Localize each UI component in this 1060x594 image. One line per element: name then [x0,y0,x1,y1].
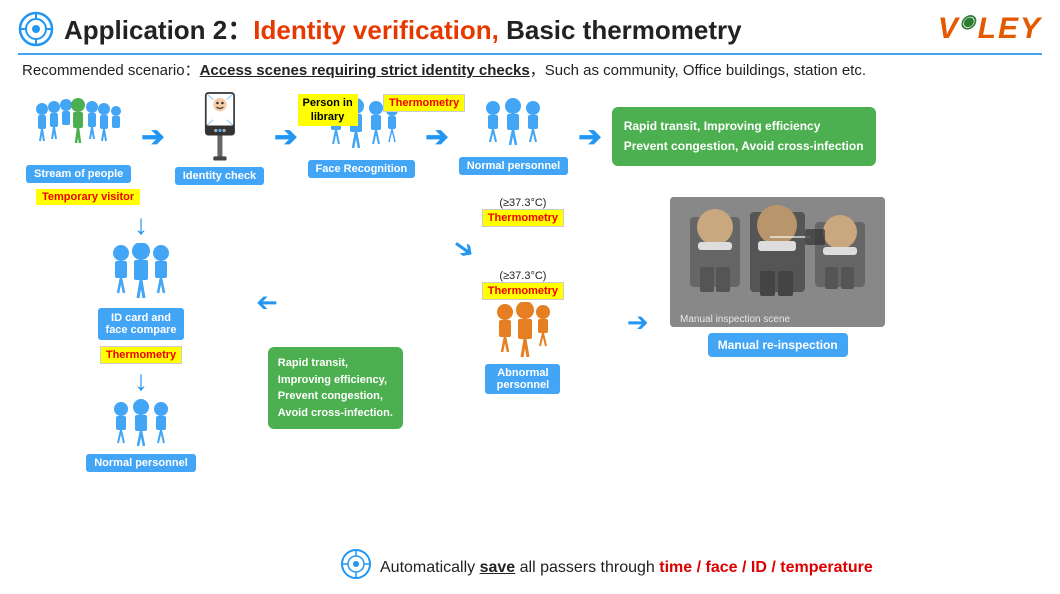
summary-text: Automatically save all passers through t… [380,559,873,577]
temp-visitor-label: Temporary visitor [36,189,140,205]
bottom-normal-people-icon [106,399,176,454]
identity-item: Identity check [175,88,264,185]
arrow4: ➔ [578,120,601,153]
stream-item: Stream of people [26,91,131,183]
bottom-normal-label: Normal personnel [86,454,196,472]
scenario-bold: Access scenes requiring strict identity … [200,62,530,79]
person-in-library-label: Person inlibrary [298,94,358,127]
summary-area: Automatically save all passers through t… [340,548,873,580]
logo-rest: LEY [978,12,1042,45]
stream-people-icon [34,91,124,161]
identity-label: Identity check [175,167,264,185]
header-title: Application 2：Identity verification, Bas… [64,10,742,47]
abnormal-people-icon [485,302,560,364]
logo: V◉LEY [938,11,1042,46]
face-recognition-label: Face Recognition [308,160,416,178]
summary-middle: all passers through [515,559,659,576]
arrow2: ➔ [274,120,297,153]
photo-svg: Manual inspection scene [670,197,885,327]
thermometry3-label: Thermometry [482,282,564,300]
summary-temperature: temperature [780,559,872,576]
person-in-library-badge: Person inlibrary [298,94,358,127]
header: Application 2：Identity verification, Bas… [18,10,1042,47]
arrow3: ➔ [425,120,448,153]
stream-label: Stream of people [26,165,131,183]
page: Application 2：Identity verification, Bas… [0,0,1060,594]
identity-label: Identity verification, [253,15,499,45]
normal-people-icon [478,98,548,153]
temp-visitor-badge: Temporary visitor [36,187,140,205]
geq-temp2: (≥37.3°C) [499,270,546,282]
bottom-green-box: Rapid transit,Improving efficiency,Preve… [268,347,403,429]
normal-label: Normal personnel [459,157,569,175]
header-left: Application 2：Identity verification, Bas… [18,10,742,47]
left-arrow-area: ➔ [256,187,278,238]
thermometry4-label: Thermometry [100,346,182,364]
abnormal-label: Abnormalpersonnel [485,364,560,394]
id-card-people-icon [101,243,181,308]
device-icon [192,88,247,163]
logo-v: V [938,12,960,45]
id-card-label: ID card andface compare [98,308,185,340]
manual-photo: Manual inspection scene [670,197,885,327]
manual-reinspect-label: Manual re-inspection [708,333,848,357]
down-arrow2: ↓ [134,365,148,397]
summary-save: save [480,559,516,576]
scenario-suffix: ，Such as community, Office buildings, st… [530,62,866,79]
face-recog-item: Person inlibrary Thermometry [308,96,416,178]
thermometry1-label: Thermometry [383,94,465,112]
summary-id: ID [751,559,767,576]
basic-label: Basic thermometry [499,15,742,45]
diagonal-arrow: ➔ [446,230,482,268]
summary-time: time [659,559,692,576]
thermometry2-label: Thermometry [482,209,564,227]
geq-temp1: (≥37.3°C) [499,197,546,209]
svg-text:Manual inspection scene: Manual inspection scene [680,314,791,325]
rapid-transit-box: Rapid transit, Improving efficiencyPreve… [612,107,876,165]
bottom-left-col: Temporary visitor ↓ ID card andface comp… [26,187,256,472]
bottom-green-box-area: Rapid transit,Improving efficiency,Preve… [268,347,403,441]
summary-slash3: / [767,559,780,576]
summary-face: face [706,559,738,576]
top-flow-row: Stream of people ➔ [18,88,1042,185]
app2-label: Application 2： [64,15,253,45]
manual-col: Manual inspection scene Manual re-inspec… [653,187,903,357]
bottom-middle-col: (≥37.3°C) Thermometry ➔ (≥37.3°C) Thermo… [423,187,623,394]
manual-reinspect-box: Manual re-inspection [708,333,848,357]
logo-dot: ◉ [960,11,978,31]
summary-slash2: / [738,559,751,576]
thermometry4-badge: Thermometry [100,345,182,363]
normal-item: Normal personnel [459,98,569,175]
summary-icon [340,548,372,580]
rapid-transit-label: Rapid transit, Improving efficiencyPreve… [624,119,864,152]
summary-slash1: / [692,559,705,576]
left-arrow: ➔ [256,287,278,318]
arrow-abnormal: ➔ [627,307,649,338]
right-arrow-abnormal: ➔ [627,307,649,338]
geq-therm-area: (≥37.3°C) Thermometry [482,270,564,300]
scenario-prefix: Recommended scenario： [22,62,200,79]
arrow1: ➔ [141,120,164,153]
down-arrow1: ↓ [134,209,148,241]
summary-prefix: Automatically [380,559,480,576]
geq-area: (≥37.3°C) Thermometry [482,197,564,227]
header-divider [18,53,1042,55]
thermometry1-badge: Thermometry [383,94,465,112]
bottom-green-label: Rapid transit,Improving efficiency,Preve… [278,357,393,419]
target-icon [18,11,54,47]
bottom-section: Temporary visitor ↓ ID card andface comp… [18,187,1042,472]
scenario-line: Recommended scenario：Access scenes requi… [18,59,1042,80]
